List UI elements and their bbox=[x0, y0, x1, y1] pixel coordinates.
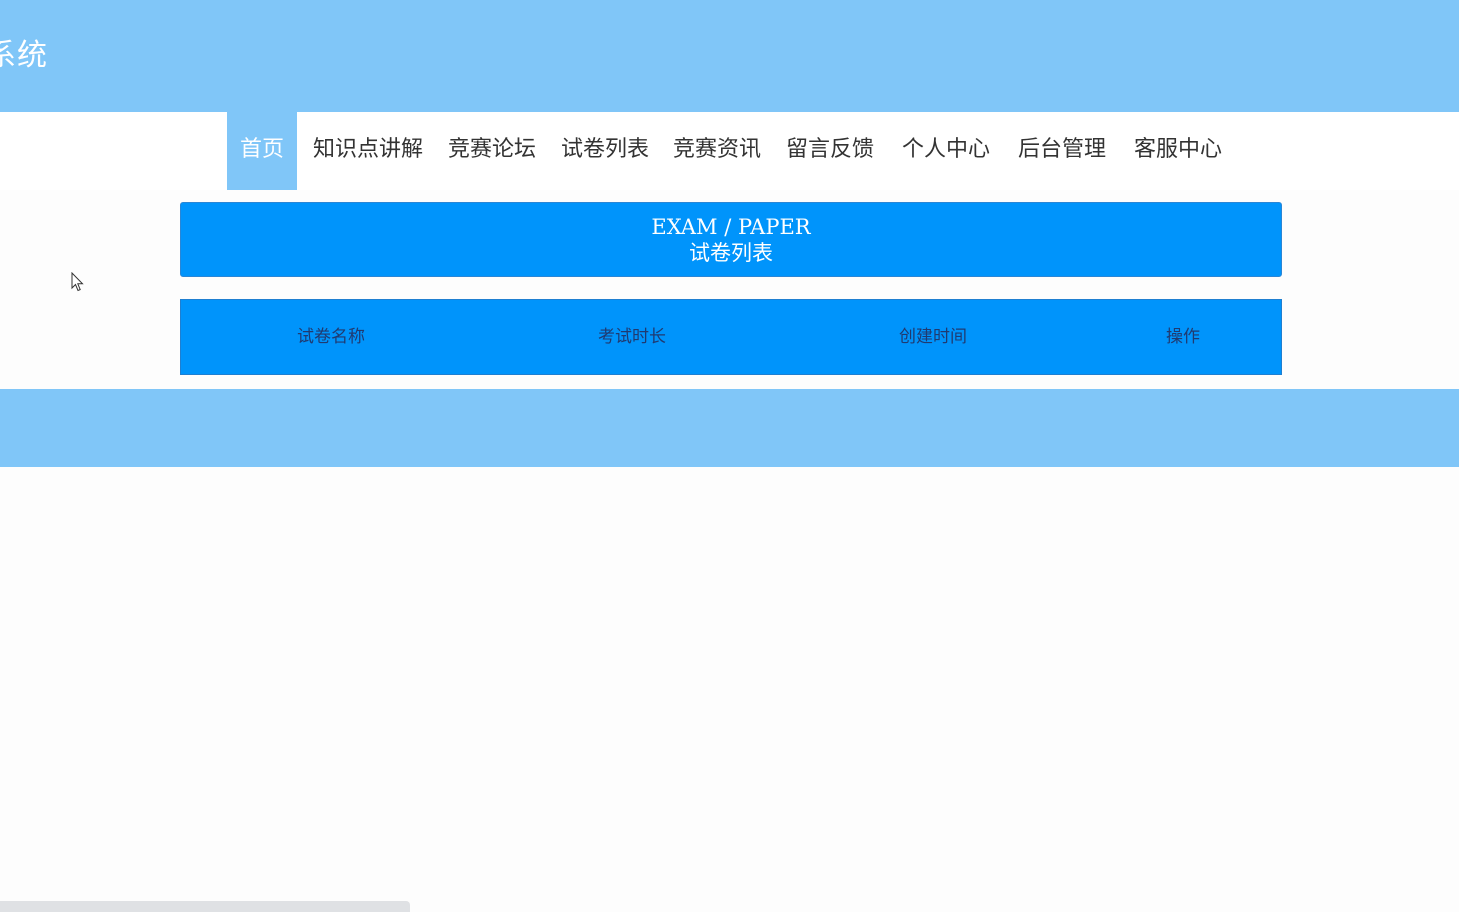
nav-item-news[interactable]: 竞赛资讯 bbox=[665, 112, 769, 190]
horizontal-scrollbar[interactable] bbox=[0, 901, 410, 912]
site-header: 系统 bbox=[0, 0, 1459, 112]
nav-item-feedback[interactable]: 留言反馈 bbox=[778, 112, 882, 190]
nav-item-admin[interactable]: 后台管理 bbox=[1010, 112, 1114, 190]
mouse-cursor-icon bbox=[71, 272, 84, 292]
nav-item-papers[interactable]: 试卷列表 bbox=[553, 112, 657, 190]
main-nav: 首页 知识点讲解 竞赛论坛 试卷列表 竞赛资讯 留言反馈 个人中心 后台管理 客… bbox=[0, 112, 1459, 190]
column-header-paper-name: 试卷名称 bbox=[297, 327, 365, 347]
banner-title-en: EXAM / PAPER bbox=[651, 215, 811, 239]
banner-title-cn: 试卷列表 bbox=[689, 241, 773, 265]
site-footer bbox=[0, 389, 1459, 467]
nav-item-profile[interactable]: 个人中心 bbox=[894, 112, 998, 190]
site-title: 系统 bbox=[0, 38, 48, 73]
column-header-created-time: 创建时间 bbox=[899, 327, 967, 347]
nav-item-forum[interactable]: 竞赛论坛 bbox=[440, 112, 544, 190]
column-header-actions: 操作 bbox=[1166, 327, 1200, 347]
paper-table-header: 试卷名称 考试时长 创建时间 操作 bbox=[180, 299, 1282, 375]
column-header-duration: 考试时长 bbox=[598, 327, 666, 347]
nav-item-knowledge[interactable]: 知识点讲解 bbox=[305, 112, 431, 190]
nav-item-home[interactable]: 首页 bbox=[227, 112, 297, 190]
nav-item-support[interactable]: 客服中心 bbox=[1126, 112, 1230, 190]
page-banner: EXAM / PAPER 试卷列表 bbox=[180, 202, 1282, 277]
